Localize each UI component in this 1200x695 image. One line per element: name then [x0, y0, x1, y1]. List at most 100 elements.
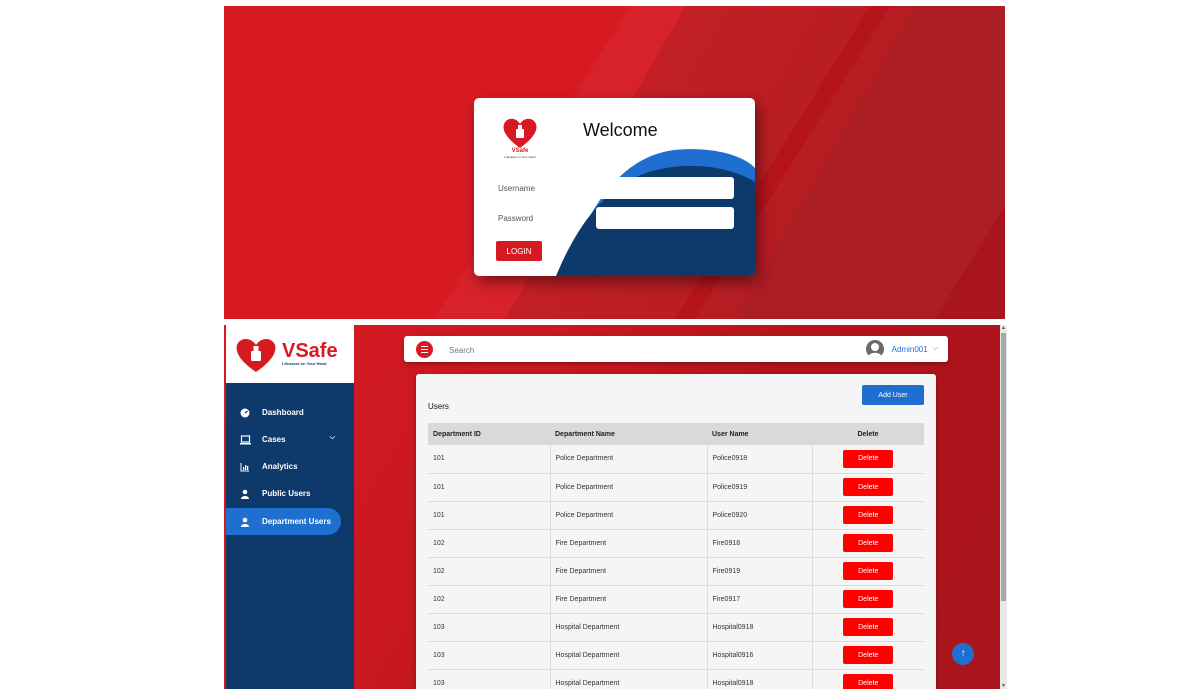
heart-icon — [503, 118, 537, 148]
table-row: 102 Fire Department Fire0918 Delete — [428, 529, 924, 558]
sidebar: VSafe Lifesaver on Your Hand Dashboard C… — [226, 325, 354, 689]
sidebar-item-department-users[interactable]: Department Users — [226, 508, 341, 535]
user-name-cell: Fire0917 — [707, 585, 813, 614]
department-id: 102 — [428, 557, 551, 586]
column-header: User Name — [707, 423, 812, 445]
delete-button[interactable]: Delete — [843, 506, 894, 524]
scroll-to-top-button[interactable]: ↑ — [952, 643, 974, 665]
department-name: Hospital Department — [550, 613, 708, 642]
sidebar-item-cases[interactable]: Cases ⌵ — [226, 426, 341, 453]
department-name: Hospital Department — [550, 641, 708, 670]
table-row: 103 Hospital Department Hospital0916 Del… — [428, 641, 924, 670]
chevron-down-icon: ⌵ — [932, 345, 938, 352]
department-name: Fire Department — [550, 529, 708, 558]
user-name-cell: Fire0918 — [707, 529, 813, 558]
delete-button[interactable]: Delete — [843, 534, 894, 552]
brand-tagline: Lifesaver on Your Hand — [282, 361, 327, 366]
password-input[interactable] — [596, 207, 734, 229]
user-name-cell: Fire0919 — [707, 557, 813, 586]
page: VSafe Lifesaver on Your Hand Welcome Use… — [0, 0, 1200, 695]
department-name: Police Department — [550, 501, 708, 530]
department-name: Fire Department — [550, 585, 708, 614]
delete-button[interactable]: Delete — [843, 590, 894, 608]
scrollbar-thumb[interactable] — [1001, 333, 1006, 601]
department-id: 101 — [428, 501, 551, 530]
user-name-cell: Hospital0916 — [707, 641, 813, 670]
heart-icon — [236, 339, 276, 372]
column-header: Department ID — [428, 423, 550, 445]
chevron-down-icon[interactable]: ⌵ — [330, 434, 335, 442]
logo-tagline: Lifesaver on Your Hand — [504, 155, 536, 159]
admin-screen: VSafe Lifesaver on Your Hand Dashboard C… — [224, 325, 1007, 689]
delete-button[interactable]: Delete — [843, 674, 894, 689]
user-menu[interactable]: Admin001 ⌵ — [865, 340, 938, 358]
scrollbar[interactable]: ▲ ▼ — [1000, 325, 1007, 689]
scroll-down-icon[interactable]: ▼ — [1000, 683, 1007, 689]
sidebar-item-label: Public Users — [262, 489, 311, 498]
username-input[interactable] — [596, 177, 734, 199]
delete-button[interactable]: Delete — [843, 478, 894, 496]
user-name-cell: Hospital0918 — [707, 613, 813, 642]
username-label: Username — [498, 184, 535, 193]
user-name-cell: Police0920 — [707, 501, 813, 530]
department-id: 103 — [428, 669, 551, 689]
table-row: 101 Police Department Police0919 Delete — [428, 473, 924, 502]
department-name: Police Department — [550, 473, 708, 502]
department-name: Hospital Department — [550, 669, 708, 689]
table-row: 103 Hospital Department Hospital0918 Del… — [428, 613, 924, 642]
search-input[interactable] — [449, 343, 549, 357]
table-row: 103 Hospital Department Hospital0918 Del… — [428, 669, 924, 689]
laptop-icon — [240, 434, 252, 445]
sidebar-logo: VSafe Lifesaver on Your Hand — [226, 325, 354, 383]
sidebar-item-dashboard[interactable]: Dashboard — [226, 399, 341, 426]
department-name: Police Department — [550, 445, 708, 474]
user-name: Admin001 — [891, 344, 928, 354]
department-id: 102 — [428, 529, 551, 558]
chart-icon — [240, 462, 252, 472]
department-name: Fire Department — [550, 557, 708, 586]
sidebar-item-label: Department Users — [262, 517, 331, 526]
column-header: Delete — [812, 423, 924, 445]
delete-button[interactable]: Delete — [843, 618, 894, 636]
sidebar-item-label: Analytics — [262, 462, 298, 471]
department-id: 101 — [428, 473, 551, 502]
sidebar-item-label: Dashboard — [262, 408, 304, 417]
sidebar-item-analytics[interactable]: Analytics — [226, 453, 341, 480]
logo-brand: VSafe — [511, 148, 529, 154]
delete-button[interactable]: Delete — [843, 562, 894, 580]
sidebar-item-public-users[interactable]: Public Users — [226, 480, 341, 507]
password-label: Password — [498, 214, 534, 223]
table-row: 101 Police Department Police0918 Delete — [428, 445, 924, 474]
add-user-button[interactable]: Add User — [862, 385, 924, 405]
delete-button[interactable]: Delete — [843, 646, 894, 664]
user-icon — [240, 517, 252, 527]
top-bar: Admin001 ⌵ — [404, 336, 948, 362]
scroll-up-icon[interactable]: ▲ — [1000, 325, 1007, 331]
users-table: Department ID Department Name User Name … — [428, 423, 924, 689]
department-id: 103 — [428, 641, 551, 670]
user-name-cell: Police0919 — [707, 473, 813, 502]
vsafe-logo: VSafe Lifesaver on Your Hand — [498, 116, 542, 164]
users-panel: Users Add User Department ID Department … — [416, 374, 936, 689]
panel-title: Users — [428, 402, 449, 411]
department-id: 102 — [428, 585, 551, 614]
table-row: 102 Fire Department Fire0919 Delete — [428, 557, 924, 586]
sidebar-item-label: Cases — [262, 435, 286, 444]
user-icon — [240, 489, 252, 499]
department-id: 101 — [428, 445, 551, 474]
avatar — [865, 340, 884, 358]
user-name-cell: Hospital0918 — [707, 669, 813, 689]
table-row: 101 Police Department Police0920 Delete — [428, 501, 924, 530]
user-name-cell: Police0918 — [707, 445, 813, 474]
delete-button[interactable]: Delete — [843, 449, 894, 468]
login-card: VSafe Lifesaver on Your Hand Welcome Use… — [474, 98, 755, 276]
welcome-title: Welcome — [583, 120, 658, 140]
column-header: Department Name — [550, 423, 707, 445]
table-row: 102 Fire Department Fire0917 Delete — [428, 585, 924, 614]
brand-name: VSafe — [282, 340, 338, 362]
login-button[interactable]: LOGIN — [496, 241, 542, 261]
login-screen: VSafe Lifesaver on Your Hand Welcome Use… — [224, 6, 1005, 319]
department-id: 103 — [428, 613, 551, 642]
menu-icon[interactable] — [416, 341, 433, 358]
dashboard-icon — [240, 408, 252, 418]
